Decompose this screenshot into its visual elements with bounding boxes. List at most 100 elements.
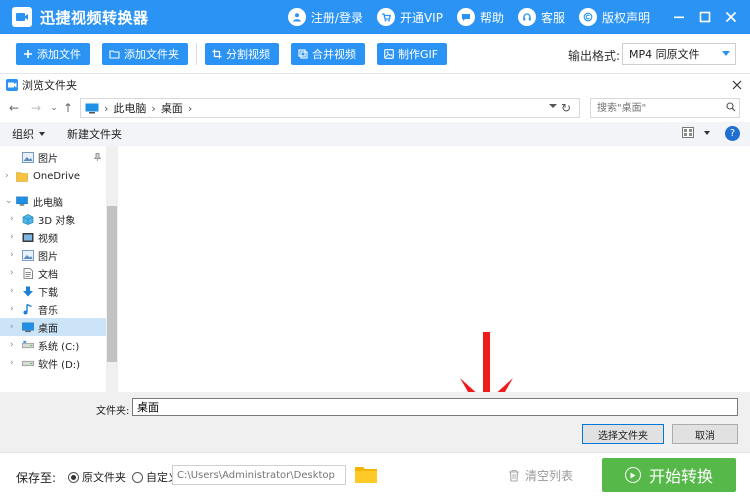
chevron-down-icon (722, 51, 730, 56)
user-icon (287, 8, 306, 26)
computer-icon (85, 103, 99, 113)
radio-original-folder[interactable] (68, 471, 79, 483)
tree-item-pictures-quick[interactable]: 图片 (0, 148, 106, 166)
expand-chevron-icon[interactable]: › (10, 250, 18, 260)
view-options-button[interactable] (682, 127, 710, 138)
folder-contents-area[interactable] (118, 146, 750, 424)
document-icon (23, 267, 33, 279)
output-format-value: MP4 同原文件 (629, 48, 700, 61)
title-bar: 迅捷视频转换器 注册/登录 开通VIP 帮助 客服 版权声明 (0, 0, 750, 34)
merge-video-button[interactable]: 合并视频 (291, 42, 365, 65)
address-bar[interactable]: › 此电脑 › 桌面 › ↻ (80, 98, 580, 118)
tree-item-downloads[interactable]: › 下载 (0, 282, 106, 300)
browse-folder-button[interactable] (354, 464, 378, 487)
breadcrumb-desktop[interactable]: 桌面 (161, 100, 183, 116)
tree-item-drive-d[interactable]: › 软件 (D:) (0, 354, 106, 372)
output-format-label: 输出格式: (567, 49, 620, 63)
tree-item-videos[interactable]: › 视频 (0, 228, 106, 246)
make-gif-button[interactable]: 制作GIF (377, 42, 448, 65)
expand-chevron-icon[interactable]: › (10, 304, 18, 314)
expand-chevron-icon[interactable]: › (10, 286, 18, 296)
tree-item-label: 3D 对象 (38, 215, 76, 227)
expand-chevron-icon[interactable]: › (5, 171, 13, 181)
split-video-button[interactable]: 分割视频 (205, 42, 279, 65)
tree-item-pictures[interactable]: › 图片 (0, 246, 106, 264)
computer-icon (16, 196, 28, 206)
pictures-icon (22, 249, 34, 261)
chevron-down-icon (704, 130, 710, 135)
login-link-label: 注册/登录 (310, 10, 363, 25)
copyright-link-label: 版权声明 (601, 10, 650, 25)
dialog-nav-bar: ← → ⌄ ↑ › 此电脑 › 桌面 › ↻ (0, 96, 750, 120)
up-arrow-icon[interactable]: ↑ (60, 100, 76, 116)
merge-video-label: 合并视频 (312, 47, 356, 61)
tree-item-drive-c[interactable]: › 系统 (C:) (0, 336, 106, 354)
tree-scrollbar[interactable] (106, 146, 118, 392)
folder-plus-icon (109, 49, 120, 59)
tree-item-documents[interactable]: › 文档 (0, 264, 106, 282)
back-arrow-icon[interactable]: ← (6, 100, 22, 116)
output-path-input[interactable] (172, 465, 346, 485)
pin-icon (94, 153, 101, 161)
tree-item-label: 桌面 (38, 323, 58, 335)
top-links: 注册/登录 开通VIP 帮助 客服 版权声明 (274, 0, 650, 34)
minimize-button[interactable] (666, 4, 692, 30)
app-title: 迅捷视频转换器 (40, 8, 149, 27)
expand-chevron-icon[interactable]: › (10, 340, 18, 350)
dialog-title-bar: 浏览文件夹 (0, 74, 750, 96)
breadcrumb-this-pc[interactable]: 此电脑 (113, 100, 146, 116)
add-file-label: 添加文件 (37, 47, 81, 61)
select-folder-button[interactable]: 选择文件夹 (582, 424, 664, 444)
service-link[interactable]: 客服 (517, 8, 565, 26)
collapse-chevron-icon[interactable]: ⌄ (5, 196, 13, 206)
tree-item-onedrive[interactable]: › OneDrive (0, 167, 106, 185)
cancel-button[interactable]: 取消 (672, 424, 738, 444)
tree-item-label: 软件 (D:) (38, 359, 81, 371)
help-link[interactable]: 帮助 (456, 8, 504, 26)
copyright-link[interactable]: 版权声明 (578, 8, 650, 26)
tree-item-label: 音乐 (38, 305, 58, 317)
browse-folder-dialog: 浏览文件夹 ← → ⌄ ↑ › 此电脑 › 桌面 › ↻ 组织 新建文件夹 (0, 74, 750, 452)
close-button[interactable] (718, 4, 744, 30)
address-dropdown-icon[interactable] (549, 104, 557, 108)
headset-icon (517, 8, 536, 26)
expand-chevron-icon[interactable]: › (10, 358, 18, 368)
help-icon[interactable]: ? (725, 126, 740, 141)
dialog-close-button[interactable] (730, 78, 744, 92)
search-input[interactable] (590, 98, 740, 118)
close-icon (725, 11, 737, 23)
clear-list-button[interactable]: 清空列表 (508, 467, 573, 484)
expand-chevron-icon[interactable]: › (10, 268, 18, 278)
tree-item-this-pc[interactable]: ⌄ 此电脑 (0, 192, 106, 210)
expand-chevron-icon[interactable]: › (10, 214, 18, 224)
refresh-icon[interactable]: ↻ (561, 101, 575, 115)
output-format-select[interactable]: MP4 同原文件 (622, 43, 736, 65)
tree-item-desktop[interactable]: › 桌面 (0, 318, 106, 336)
tree-item-music[interactable]: › 音乐 (0, 300, 106, 318)
add-file-button[interactable]: 添加文件 (16, 42, 90, 65)
tree-scrollbar-thumb[interactable] (107, 206, 117, 362)
breadcrumb-separator: › (151, 101, 156, 115)
maximize-button[interactable] (692, 4, 718, 30)
minimize-icon (674, 16, 684, 19)
dialog-content: 图片 › OneDrive ⌄ 此电脑 › 3D 对象 › 视频 › 图片 › … (0, 146, 750, 424)
vip-link[interactable]: 开通VIP (376, 8, 443, 26)
download-icon (23, 286, 33, 296)
organize-menu[interactable]: 组织 (12, 126, 45, 142)
expand-chevron-icon[interactable]: › (10, 232, 18, 242)
tree-item-label: 图片 (38, 251, 58, 263)
add-folder-label: 添加文件夹 (124, 47, 179, 61)
make-gif-label: 制作GIF (398, 47, 439, 61)
add-folder-button[interactable]: 添加文件夹 (102, 42, 188, 65)
forward-arrow-icon[interactable]: → (28, 100, 44, 116)
login-link[interactable]: 注册/登录 (287, 8, 363, 26)
tree-item-3d-objects[interactable]: › 3D 对象 (0, 210, 106, 228)
radio-custom[interactable] (132, 471, 143, 483)
expand-chevron-icon[interactable]: › (10, 322, 18, 332)
tree-item-label: 系统 (C:) (38, 341, 80, 353)
drive-icon (22, 340, 34, 348)
start-convert-button[interactable]: 开始转换 (602, 458, 736, 492)
tree-item-label: 图片 (38, 153, 58, 165)
folder-name-input[interactable] (132, 398, 738, 416)
new-folder-button[interactable]: 新建文件夹 (67, 126, 122, 142)
